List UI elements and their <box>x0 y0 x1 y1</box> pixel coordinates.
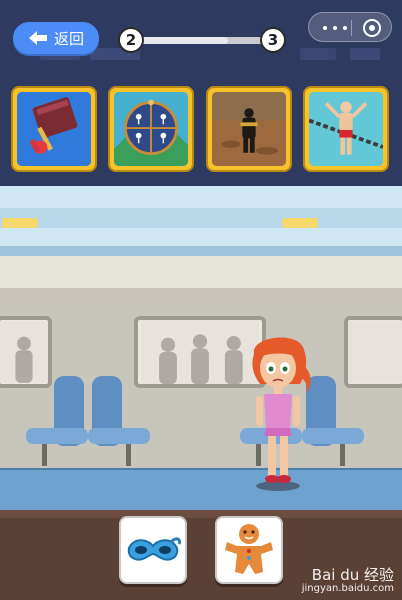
back-label: 返回 <box>53 29 84 48</box>
item-card-pose-wheel[interactable] <box>108 86 194 172</box>
inventory-slot-mask[interactable] <box>119 516 187 584</box>
top-bar: 返回 2 3 <box>0 0 402 76</box>
close-miniprogram-icon[interactable] <box>363 19 381 37</box>
miniprogram-capsule <box>308 12 392 42</box>
item-card-chained-man[interactable] <box>303 86 389 172</box>
back-arrow-icon <box>28 31 47 45</box>
ceiling-lamp <box>2 218 38 228</box>
soldier-icon <box>212 92 286 166</box>
level-select-row <box>0 76 402 186</box>
more-icon[interactable] <box>323 26 347 30</box>
current-level-badge: 2 <box>118 27 144 53</box>
ceiling-lamp <box>282 218 318 228</box>
train-floor <box>0 470 402 510</box>
gingerbread-icon <box>225 524 273 574</box>
passenger-seats-left <box>26 376 150 466</box>
watermark-url: jingyan.baidu.com <box>301 583 394 594</box>
pose-wheel-icon <box>114 92 188 166</box>
level-progress: 2 3 <box>118 27 286 53</box>
next-level-badge: 3 <box>260 27 286 53</box>
platform-ceiling <box>0 186 402 256</box>
game-screen: 返回 2 3 Bai du 经验 jingyan.baidu.com <box>0 0 402 600</box>
mask-icon <box>127 537 181 561</box>
baidu-jingyan-watermark: Bai du 经验 jingyan.baidu.com <box>301 565 394 594</box>
watermark-brand: Bai du 经验 <box>311 565 394 584</box>
inventory-bar: Bai du 经验 jingyan.baidu.com <box>0 510 402 600</box>
book-plunger-icon <box>17 92 91 166</box>
train-car <box>0 256 402 510</box>
luggage-rack <box>0 288 402 302</box>
progress-fill <box>138 37 228 44</box>
back-button[interactable]: 返回 <box>13 22 99 54</box>
chained-man-icon <box>309 92 383 166</box>
item-card-book-plunger[interactable] <box>11 86 97 172</box>
subway-scene <box>0 186 402 510</box>
inventory-slot-gingerbread[interactable] <box>215 516 283 584</box>
item-card-soldier[interactable] <box>206 86 292 172</box>
capsule-divider <box>351 20 352 36</box>
sad-girl-character[interactable] <box>240 332 320 492</box>
